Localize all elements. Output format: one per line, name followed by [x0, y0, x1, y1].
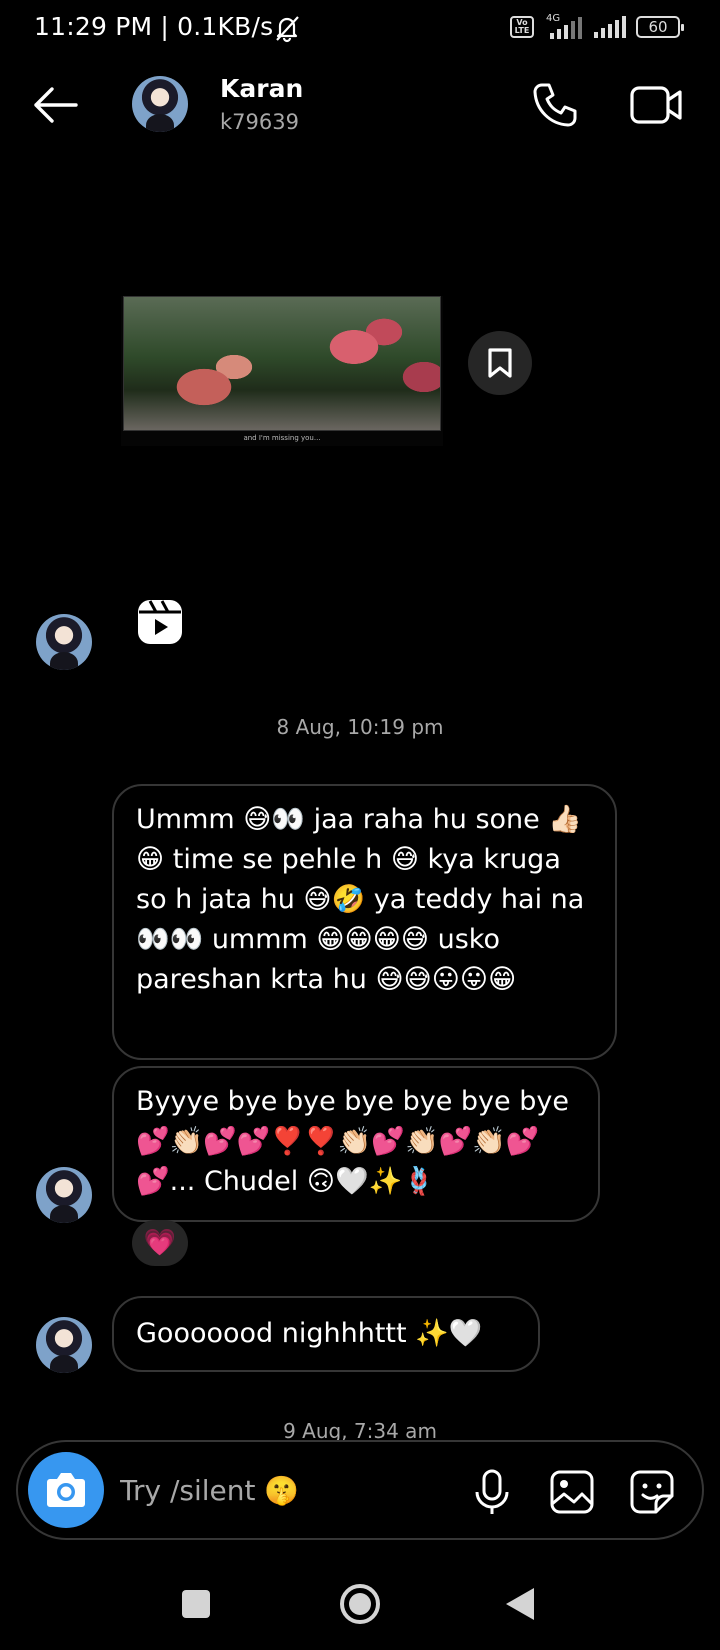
contact-handle[interactable]: k79639 — [220, 110, 299, 134]
reel-icon[interactable] — [136, 598, 184, 646]
shared-media-caption: and I'm missing you... — [243, 434, 321, 442]
microphone-icon[interactable] — [470, 1468, 514, 1516]
message-bubble[interactable]: Ummm 😅👀 jaa raha hu sone 👍🏻😁 time se peh… — [112, 784, 617, 1060]
network-type-4g: 4G — [544, 13, 584, 39]
status-bar: 11:29 PM | 0.1KB/s Vo LTE 4G 60 — [0, 0, 720, 56]
status-time: 11:29 PM | 0.1KB/s — [34, 12, 274, 41]
camera-icon — [47, 1473, 85, 1507]
signal-bars-icon — [550, 17, 582, 39]
contact-name[interactable]: Karan — [220, 74, 303, 103]
recent-apps-button[interactable] — [182, 1590, 210, 1618]
sender-avatar[interactable] — [36, 614, 92, 670]
gallery-icon[interactable] — [548, 1468, 596, 1516]
camera-button[interactable] — [28, 1452, 104, 1528]
battery-indicator: 60 — [636, 16, 684, 38]
message-composer — [16, 1440, 704, 1540]
sender-avatar[interactable] — [36, 1317, 92, 1373]
shared-media-image — [123, 296, 441, 431]
video-call-icon[interactable] — [628, 80, 684, 130]
sender-avatar[interactable] — [36, 1167, 92, 1223]
save-media-button[interactable] — [468, 331, 532, 395]
contact-avatar[interactable] — [132, 76, 188, 132]
back-arrow-icon[interactable] — [28, 82, 82, 128]
status-indicators: Vo LTE 4G 60 — [510, 13, 684, 40]
signal-bars-2-icon — [594, 16, 626, 38]
sticker-icon[interactable] — [628, 1468, 676, 1516]
message-reaction[interactable]: 💗 — [132, 1220, 188, 1266]
message-bubble[interactable]: Byyye bye bye bye bye bye bye 💕👏🏻💕💕❣️❣️👏… — [112, 1066, 600, 1222]
phone-call-icon[interactable] — [530, 80, 580, 130]
shared-media-preview[interactable]: and I'm missing you... — [121, 296, 443, 446]
volte-badge: Vo LTE — [510, 16, 534, 38]
message-bubble[interactable]: Gooooood nighhhttt ✨🤍 — [112, 1296, 540, 1372]
home-button[interactable] — [340, 1584, 380, 1624]
chat-header: Karan k79639 — [0, 60, 720, 150]
muted-bell-icon — [276, 16, 299, 43]
system-back-button[interactable] — [506, 1588, 534, 1620]
date-separator: 8 Aug, 10:19 pm — [276, 715, 444, 739]
message-input[interactable] — [120, 1468, 420, 1512]
system-navigation-bar — [0, 1570, 720, 1650]
bookmark-icon — [488, 348, 512, 378]
